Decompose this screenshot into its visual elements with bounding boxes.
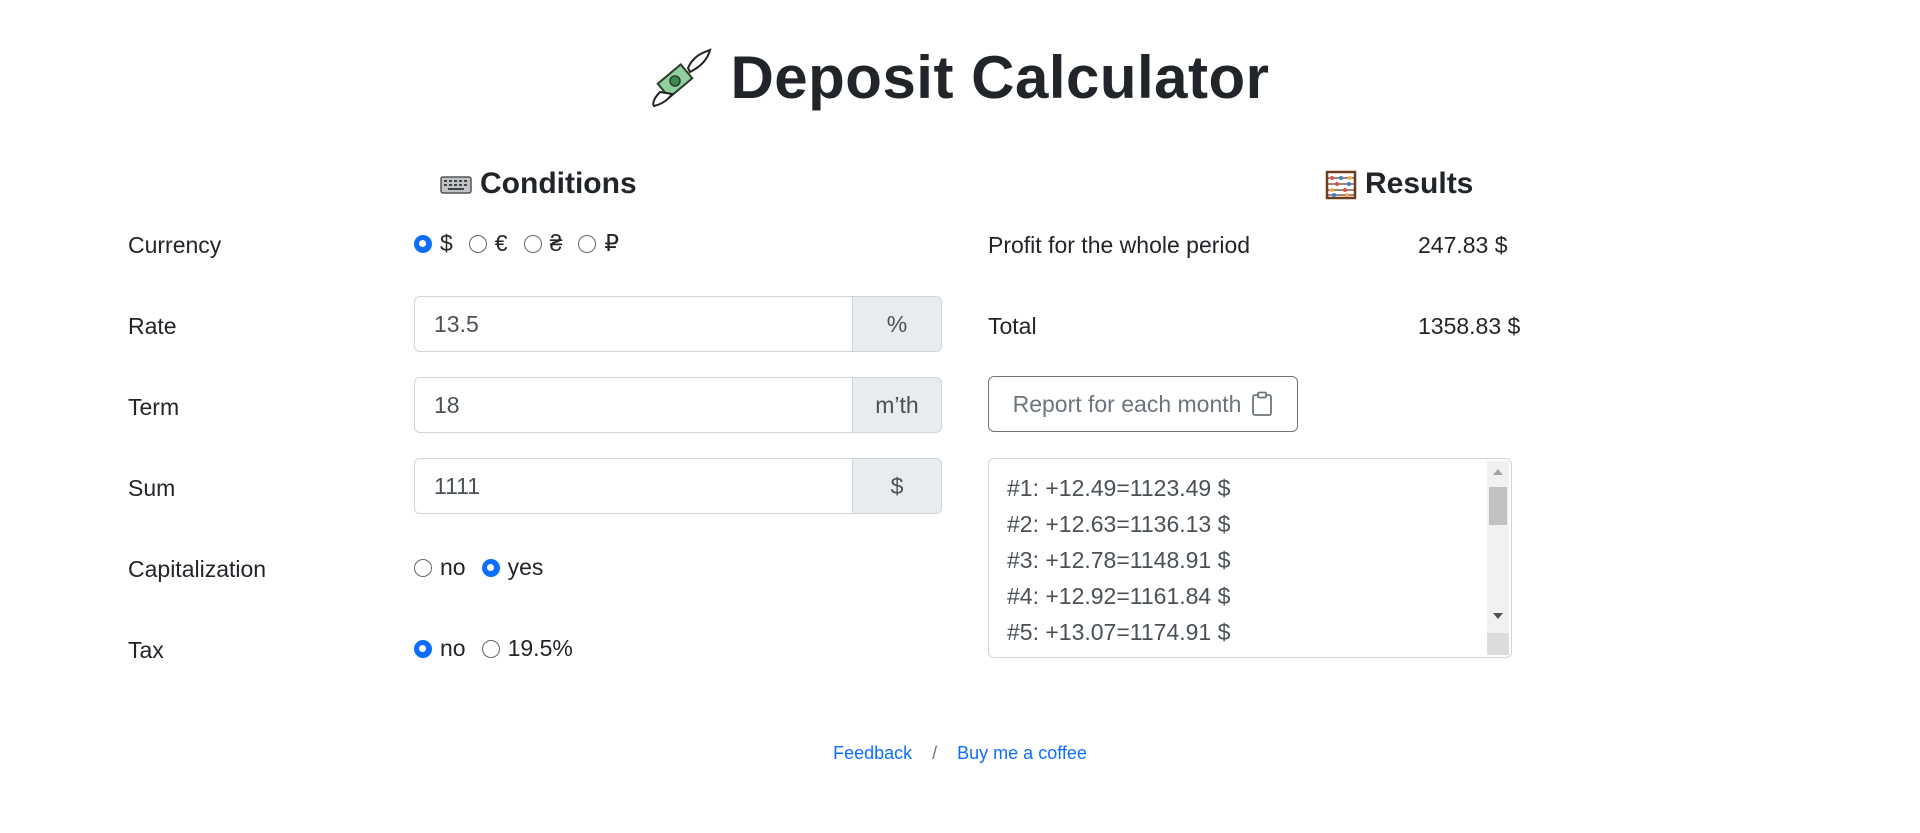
capitalization-option-label: yes — [507, 554, 544, 580]
profit-value: 247.83 $ — [1418, 232, 1508, 258]
total-label: Total — [988, 313, 1037, 339]
sum-input[interactable]: 1111 — [414, 458, 852, 514]
footer: Feedback / Buy me a coffee — [0, 741, 1920, 765]
term-label: Term — [128, 394, 180, 420]
rate-label: Rate — [128, 313, 177, 339]
tax-option-rate[interactable]: 19.5% — [481, 635, 573, 662]
monthly-report-textarea[interactable]: #1: +12.49=1123.49 $ #2: +12.63=1136.13 … — [988, 458, 1512, 658]
tax-radio-group: no 19.5% — [414, 635, 579, 662]
currency-option-label: ₽ — [604, 230, 620, 256]
currency-option-label: $ — [440, 230, 453, 256]
sum-input-group: 1111 $ — [414, 458, 942, 514]
currency-option-label: € — [494, 230, 508, 256]
tax-radio-rate[interactable] — [481, 639, 500, 658]
scroll-up-arrow-icon[interactable] — [1493, 469, 1503, 475]
tax-radio-no[interactable] — [414, 639, 432, 658]
currency-option-label: ₴ — [549, 230, 563, 256]
tax-label: Tax — [128, 637, 164, 663]
feedback-link[interactable]: Feedback — [833, 741, 912, 765]
report-button[interactable]: Report for each month — [988, 376, 1298, 432]
report-button-label: Report for each month — [1012, 390, 1242, 417]
currency-radio-group: $ € ₴ ₽ — [414, 230, 625, 257]
currency-radio-rub[interactable] — [578, 234, 597, 253]
report-line: #1: +12.49=1123.49 $ — [1007, 475, 1231, 501]
results-heading: Results — [1325, 166, 1473, 202]
capitalization-option-label: no — [440, 554, 466, 580]
money-with-wings-icon — [650, 46, 714, 110]
scroll-thumb[interactable] — [1489, 487, 1507, 525]
capitalization-radio-group: no yes — [414, 554, 549, 581]
currency-option-usd[interactable]: $ — [414, 230, 453, 257]
report-line: #3: +12.78=1148.91 $ — [1007, 547, 1231, 573]
report-line: #5: +13.07=1174.91 $ — [1007, 619, 1231, 645]
conditions-heading-label: Conditions — [480, 167, 637, 200]
report-line: #4: +12.92=1161.84 $ — [1007, 583, 1231, 609]
scroll-down-arrow-icon[interactable] — [1493, 613, 1503, 619]
currency-option-eur[interactable]: € — [468, 230, 508, 257]
currency-option-uah[interactable]: ₴ — [523, 230, 563, 257]
footer-separator: / — [932, 743, 938, 763]
tax-option-no[interactable]: no — [414, 635, 466, 662]
term-input[interactable]: 18 — [414, 377, 852, 433]
currency-radio-eur[interactable] — [468, 234, 487, 253]
report-lines: #1: +12.49=1123.49 $ #2: +12.63=1136.13 … — [1007, 473, 1230, 653]
resize-handle[interactable] — [1487, 633, 1509, 655]
rate-input-group: 13.5 % — [414, 296, 942, 352]
currency-radio-uah[interactable] — [523, 234, 542, 253]
capitalization-option-no[interactable]: no — [414, 554, 466, 581]
rate-input[interactable]: 13.5 — [414, 296, 852, 352]
report-line: #2: +12.63=1136.13 $ — [1007, 511, 1231, 537]
capitalization-radio-no[interactable] — [414, 558, 432, 577]
results-heading-label: Results — [1365, 167, 1474, 200]
currency-radio-usd[interactable] — [414, 234, 432, 253]
rate-unit: % — [852, 296, 942, 352]
keyboard-icon — [440, 170, 472, 198]
total-value: 1358.83 $ — [1418, 313, 1521, 339]
abacus-icon — [1325, 170, 1357, 200]
sum-unit: $ — [852, 458, 942, 514]
term-input-group: 18 m’th — [414, 377, 942, 433]
currency-option-rub[interactable]: ₽ — [578, 230, 619, 257]
capitalization-option-yes[interactable]: yes — [481, 554, 544, 581]
currency-label: Currency — [128, 232, 222, 258]
report-scrollbar[interactable] — [1487, 461, 1509, 655]
conditions-heading: Conditions — [440, 166, 637, 202]
profit-label: Profit for the whole period — [988, 232, 1251, 258]
capitalization-radio-yes[interactable] — [481, 558, 500, 577]
buy-coffee-link[interactable]: Buy me a coffee — [957, 741, 1087, 765]
page-header: Deposit Calculator — [0, 42, 1920, 114]
clipboard-icon — [1252, 391, 1273, 416]
capitalization-label: Capitalization — [128, 556, 267, 582]
tax-option-label: no — [440, 635, 466, 661]
tax-option-label: 19.5% — [507, 635, 573, 661]
term-unit: m’th — [852, 377, 942, 433]
page-title: Deposit Calculator — [730, 44, 1270, 111]
sum-label: Sum — [128, 475, 176, 501]
